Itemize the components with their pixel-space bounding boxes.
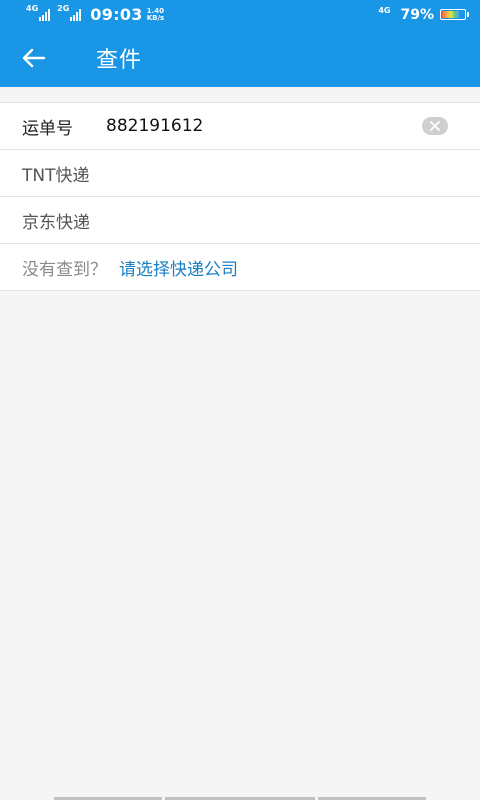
app-bar: 查件 xyxy=(0,29,480,87)
status-time: 09:03 xyxy=(90,5,143,24)
back-button[interactable] xyxy=(0,29,76,87)
not-found-prompt: 没有查到？ xyxy=(22,259,107,280)
choose-company-link[interactable]: 请选择快递公司 xyxy=(119,255,238,280)
signal-bars-icon xyxy=(70,8,82,21)
network-type-sim2: 2G xyxy=(57,3,70,13)
status-bar: 4G 2G 09:03 1.40 KB/s 4G 79% xyxy=(0,0,480,29)
clear-x-icon xyxy=(430,121,440,131)
company-name: TNT快递 xyxy=(22,165,90,186)
network-speed: 1.40 KB/s xyxy=(146,7,165,22)
battery-percent: 79% xyxy=(400,6,434,23)
query-list: 运单号 TNT快递 京东快递 没有查到？ 请选择快递公司 xyxy=(0,102,480,291)
company-name: 京东快递 xyxy=(22,212,90,233)
battery-level-fill xyxy=(442,11,460,18)
network-type-data: 4G xyxy=(378,6,391,15)
waybill-label: 运单号 xyxy=(22,118,73,139)
battery-icon xyxy=(440,9,469,20)
signal-bars-icon xyxy=(39,8,51,21)
not-found-row: 没有查到？ 请选择快递公司 xyxy=(0,244,480,291)
status-right: 4G 79% xyxy=(378,6,469,23)
page-title: 查件 xyxy=(96,48,143,73)
signal-sim1: 4G xyxy=(26,4,51,21)
signal-sim2: 2G xyxy=(57,4,82,21)
status-left: 4G 2G 09:03 1.40 KB/s xyxy=(26,4,165,24)
network-type-sim1: 4G xyxy=(26,3,39,13)
company-item-tnt[interactable]: TNT快递 xyxy=(0,150,480,197)
waybill-row: 运单号 xyxy=(0,103,480,150)
arrow-left-icon xyxy=(22,48,46,68)
network-speed-unit: KB/s xyxy=(146,13,165,22)
waybill-input[interactable] xyxy=(106,116,406,136)
company-item-jd[interactable]: 京东快递 xyxy=(0,197,480,244)
clear-input-button[interactable] xyxy=(422,117,448,135)
